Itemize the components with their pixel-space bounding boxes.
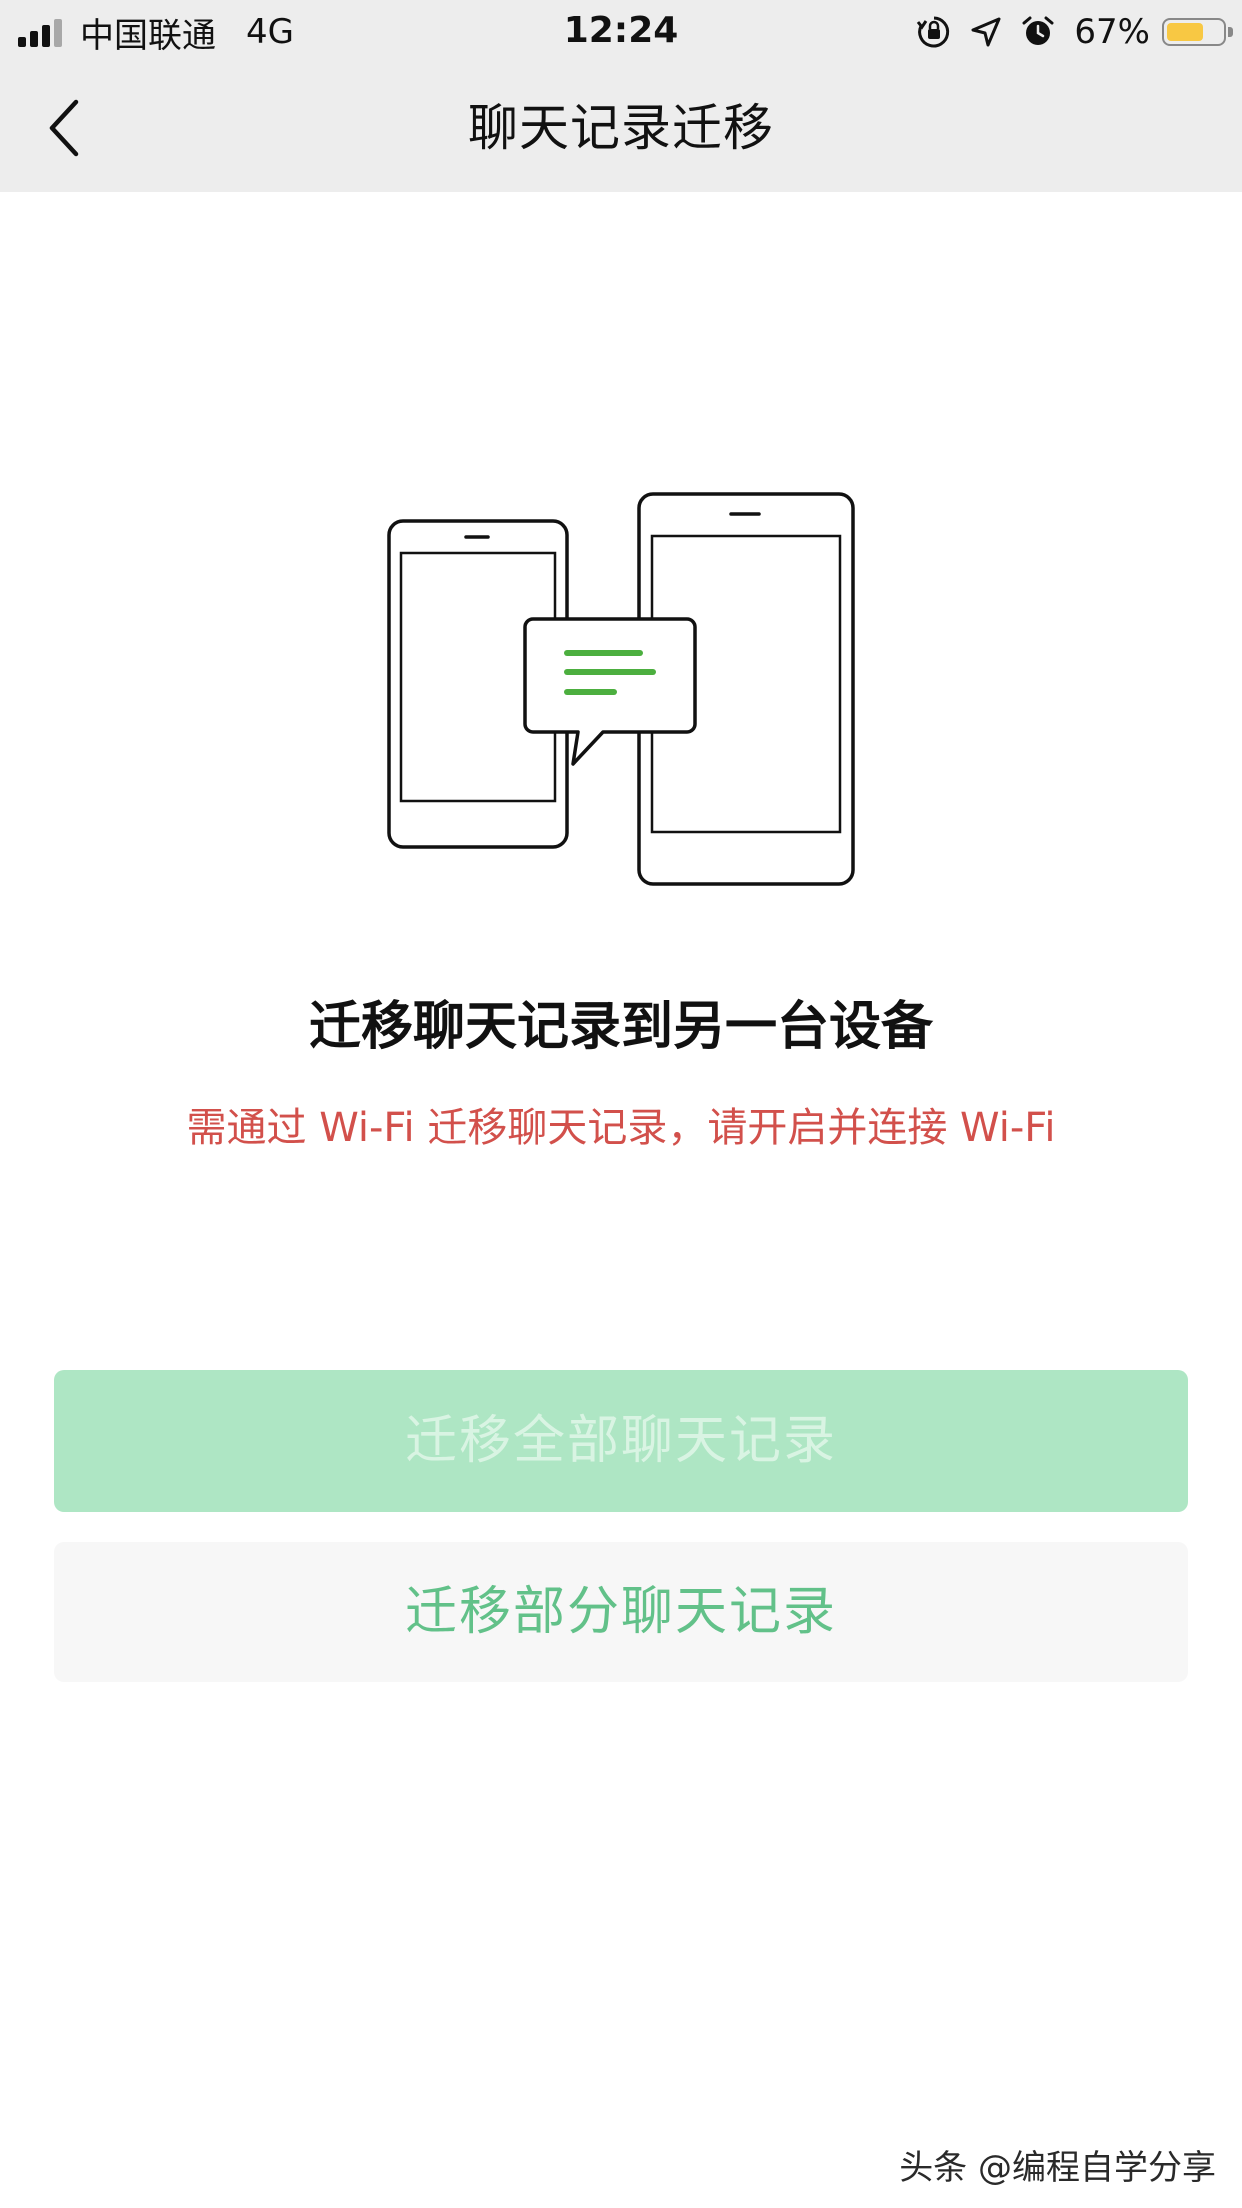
- alarm-clock-icon: [1022, 16, 1054, 45]
- location-arrow-icon: [971, 17, 1001, 47]
- status-bar: 中国联通 4G 12:24 67%: [0, 0, 1242, 64]
- chevron-left-icon: [49, 99, 79, 157]
- battery-percentage: 67%: [1074, 12, 1150, 52]
- page-title: 聊天记录迁移: [468, 99, 774, 157]
- phone-to-tablet-chat-transfer-icon: [387, 492, 855, 886]
- status-right: 67%: [900, 10, 1233, 54]
- battery-tip: [1228, 27, 1233, 37]
- rotation-lock-icon: [917, 16, 950, 48]
- battery-level-fill: [1167, 23, 1204, 41]
- migration-headline: 迁移聊天记录到另一台设备: [308, 997, 933, 1057]
- migrate-partial-chats-button[interactable]: 迁移部分聊天记录: [54, 1542, 1188, 1682]
- back-button[interactable]: [30, 90, 106, 166]
- migrate-all-chats-button[interactable]: 迁移全部聊天记录: [54, 1370, 1188, 1512]
- battery-icon: [1162, 18, 1233, 46]
- navigation-bar: 聊天记录迁移: [0, 64, 1242, 192]
- watermark-text: 头条 @编程自学分享: [899, 2148, 1216, 2188]
- wifi-warning-text: 需通过 Wi-Fi 迁移聊天记录，请开启并连接 Wi-Fi: [186, 1105, 1056, 1151]
